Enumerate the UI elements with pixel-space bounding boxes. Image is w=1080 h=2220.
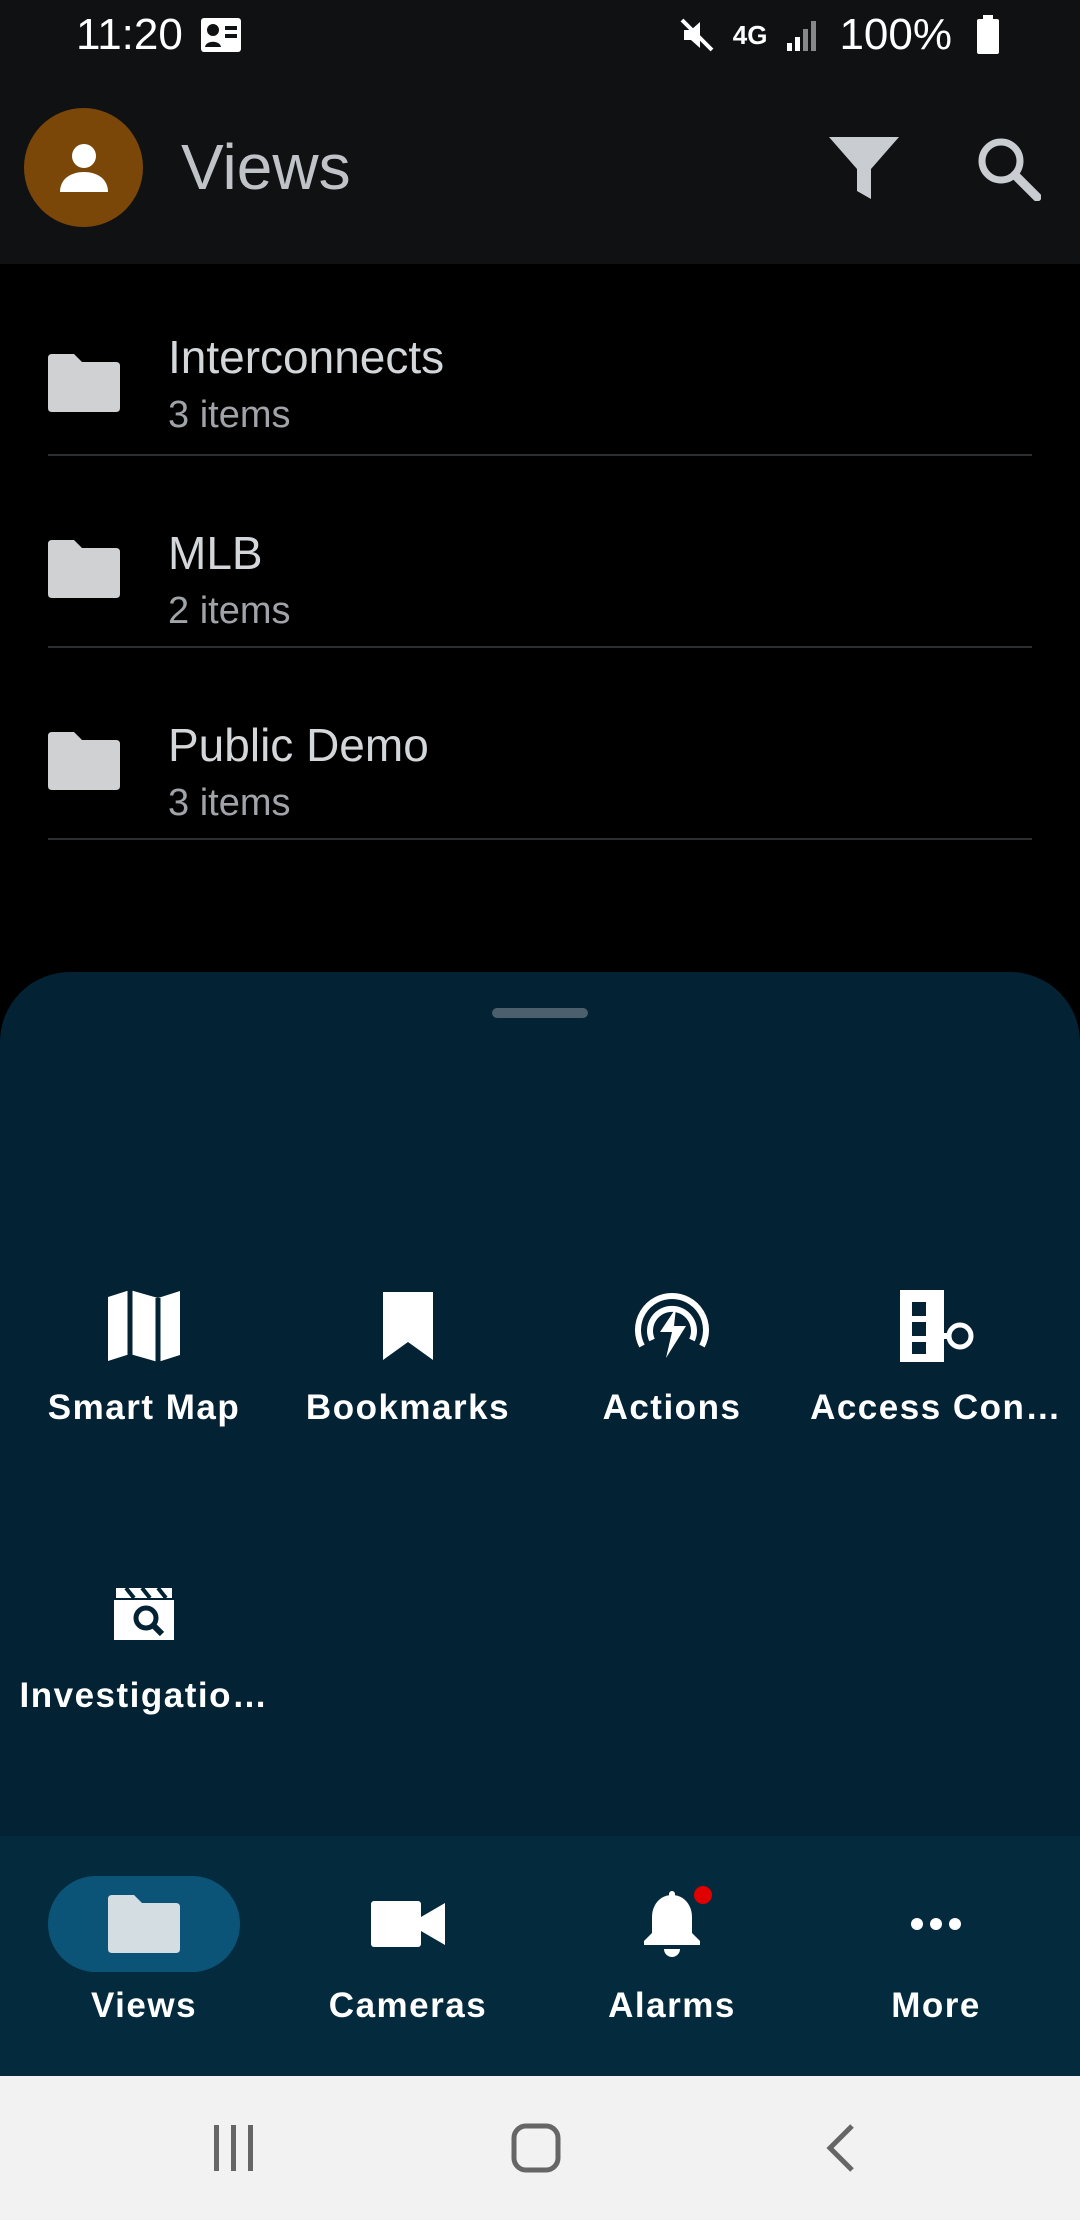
battery-icon (968, 15, 1008, 55)
filter-icon (829, 137, 899, 199)
home-button[interactable] (504, 2116, 568, 2180)
folder-icon (48, 354, 120, 412)
investigation-icon (104, 1574, 184, 1654)
folder-row[interactable]: Public Demo 3 items (48, 648, 1032, 840)
person-icon (59, 143, 108, 192)
folder-count: 3 items (168, 394, 291, 436)
smart-map-button[interactable]: Smart Map (12, 1286, 276, 1466)
system-navigation-bar (0, 2076, 1080, 2220)
folder-count: 3 items (168, 782, 291, 824)
folder-icon (108, 1895, 180, 1953)
folder-name: Interconnects (168, 331, 445, 383)
actions-button[interactable]: Actions (540, 1286, 804, 1466)
home-icon (511, 2123, 561, 2173)
access-control-label: Access Con… (810, 1388, 1062, 1427)
folder-name: Public Demo (168, 719, 429, 771)
investigation-button[interactable]: Investigatio… (12, 1574, 276, 1754)
more-icon (911, 1918, 961, 1930)
folder-icon (48, 732, 120, 790)
nav-item-more[interactable]: More (804, 1876, 1068, 2046)
bookmarks-label: Bookmarks (305, 1388, 511, 1427)
actions-label: Actions (602, 1388, 742, 1427)
back-button[interactable] (808, 2116, 872, 2180)
contact-card-icon (199, 13, 243, 57)
filter-button[interactable] (816, 120, 912, 216)
battery-percent: 100% (839, 10, 952, 59)
sheet-drag-handle[interactable] (492, 1008, 588, 1018)
bookmark-icon (368, 1286, 448, 1366)
folder-list: Interconnects 3 items MLB 2 items Public… (0, 264, 1080, 840)
status-time: 11:20 (76, 10, 183, 59)
folder-name: MLB (168, 527, 263, 579)
nav-label-alarms: Alarms (608, 1986, 736, 2025)
nav-label-more: More (891, 1986, 981, 2025)
signal-icon (783, 15, 823, 55)
bell-icon (644, 1891, 700, 1957)
investigation-label: Investigatio… (19, 1676, 269, 1715)
app-bar: Views (0, 70, 1080, 264)
search-button[interactable] (960, 120, 1056, 216)
recent-apps-icon (214, 2125, 253, 2171)
nav-item-cameras[interactable]: Cameras (276, 1876, 540, 2046)
access-control-button[interactable]: Access Con… (804, 1286, 1068, 1466)
smart-map-label: Smart Map (47, 1388, 241, 1427)
nav-item-views[interactable]: Views (12, 1876, 276, 2046)
nav-item-alarms[interactable]: Alarms (540, 1876, 804, 2046)
nav-label-views: Views (90, 1986, 198, 2025)
bottom-navigation: Views Cameras Alarms More (0, 1836, 1080, 2076)
avatar[interactable] (24, 108, 143, 227)
actions-icon (632, 1286, 712, 1366)
alarm-badge-dot (694, 1886, 712, 1904)
more-bottom-sheet: Smart Map Bookmarks Actions Access Con… … (0, 972, 1080, 1836)
search-icon (978, 138, 1041, 201)
page-title: Views (181, 131, 351, 203)
status-bar: 11:20 4G 100% (0, 0, 1080, 70)
folder-count: 2 items (168, 590, 291, 632)
folder-row[interactable]: MLB 2 items (48, 456, 1032, 648)
map-icon (104, 1286, 184, 1366)
bookmarks-button[interactable]: Bookmarks (276, 1286, 540, 1466)
folder-row[interactable]: Interconnects 3 items (48, 264, 1032, 456)
folder-icon (48, 540, 120, 598)
network-type: 4G (732, 19, 768, 50)
recent-apps-button[interactable] (202, 2116, 266, 2180)
mute-icon (677, 15, 717, 55)
access-control-icon (896, 1286, 976, 1366)
back-icon (826, 2124, 854, 2172)
nav-label-cameras: Cameras (328, 1986, 488, 2025)
camera-icon (371, 1901, 445, 1947)
